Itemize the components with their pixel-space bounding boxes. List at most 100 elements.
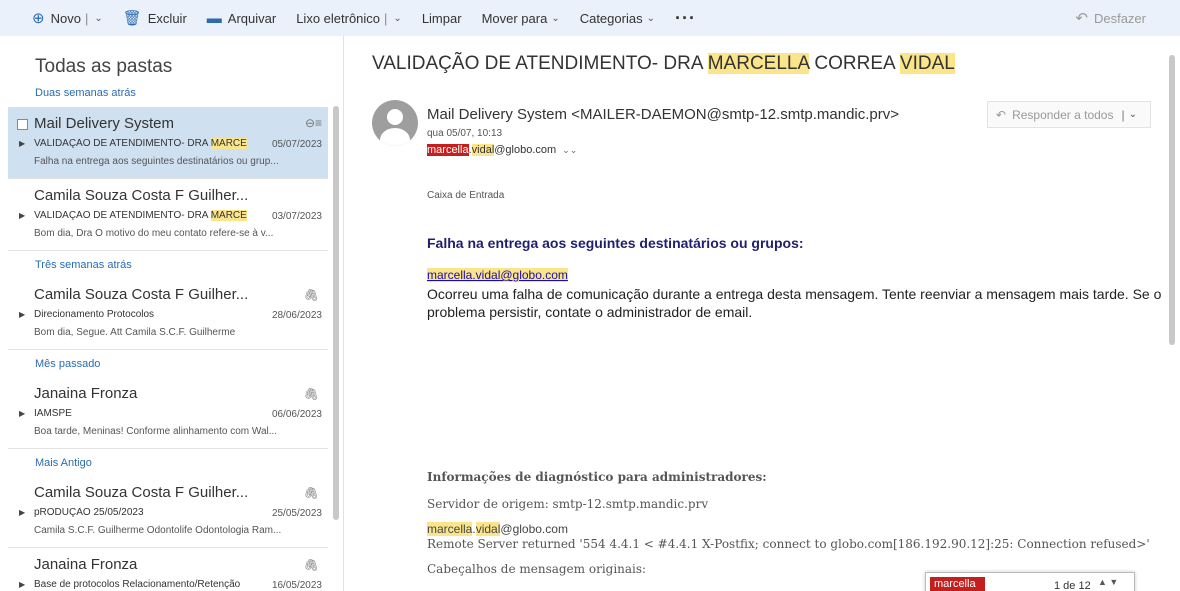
subject-text: VALIDAÇÃO DE ATENDIMENTO- DRA	[34, 138, 211, 149]
new-label: Novo	[50, 10, 81, 26]
message-date: 06/06/2023	[271, 409, 322, 420]
list-item[interactable]: Janaina Fronza 🖇 ▶ Base de protocolos Re…	[8, 548, 328, 591]
list-item[interactable]: Camila Souza Costa F Guilher... 🖇 ▶ Dire…	[8, 278, 328, 350]
message-date: 16/05/2023	[271, 580, 322, 591]
message-sender: Camila Souza Costa F Guilher...	[34, 286, 249, 303]
list-item[interactable]: Mail Delivery System ⊖≡ ▶ VALIDAÇÃO DE A…	[8, 107, 328, 179]
more-actions-button[interactable]: ···	[665, 0, 706, 36]
failed-recipient-link[interactable]: marcella.vidal@globo.com	[427, 268, 568, 282]
reading-pane: VALIDAÇÃO DE ATENDIMENTO- DRA MARCELLA C…	[345, 36, 1180, 591]
find-bar: marcella 1 de 12 ▲ ▼	[925, 572, 1135, 591]
failed-recipient-text: marcella.vidal@globo.com	[427, 268, 568, 282]
find-nav-icons[interactable]: ▲ ▼	[1098, 577, 1118, 587]
message-subject: Direcionamento Protocolos	[34, 309, 155, 320]
failure-heading: Falha na entrega aos seguintes destinatá…	[427, 235, 804, 251]
sweep-label: Limpar	[421, 10, 462, 26]
chevron-down-icon: ⌄	[551, 12, 560, 24]
categories-button[interactable]: Categorias ⌄	[570, 0, 665, 36]
expand-caret-icon[interactable]: ▶	[19, 211, 25, 220]
diagnostic-server: Servidor de origem: smtp-12.smtp.mandic.…	[427, 497, 709, 511]
reply-all-icon: ↶	[996, 107, 1007, 122]
address-text: @globo.com	[500, 522, 568, 536]
message-sender: Janaina Fronza	[34, 385, 138, 402]
new-button[interactable]: ⊕ Novo | ⌄	[0, 0, 113, 36]
avatar[interactable]	[372, 100, 418, 146]
diagnostic-remote: Remote Server returned '554 4.4.1 < #4.4…	[427, 537, 1150, 551]
delete-label: Excluir	[147, 10, 187, 26]
reply-all-button[interactable]: ↶ Responder a todos | ⌄	[987, 101, 1151, 128]
divider: |	[1121, 107, 1125, 122]
attachment-icon: 🖇	[303, 387, 319, 401]
message-sender: Camila Souza Costa F Guilher...	[34, 484, 249, 501]
quick-actions-icon[interactable]: ⊖≡	[305, 116, 322, 130]
diagnostic-address: marcella.vidal@globo.com	[427, 522, 568, 536]
list-item[interactable]: Camila Souza Costa F Guilher... ▶ VALIDA…	[8, 179, 328, 251]
undo-icon: ↶	[1075, 9, 1088, 27]
chevron-down-icon[interactable]: ⌄	[393, 13, 401, 24]
divider: |	[84, 10, 89, 26]
expand-recipients-icon[interactable]: ⌄⌄	[562, 145, 577, 155]
message-sender: Janaina Fronza	[34, 556, 138, 573]
recipient-highlight: vidal	[471, 144, 495, 156]
attachment-icon: 🖇	[303, 558, 319, 572]
expand-caret-icon[interactable]: ▶	[19, 508, 25, 517]
subject-highlight: MARCE	[210, 138, 247, 149]
recipient-line[interactable]: marcella.vidal@globo.com ⌄⌄	[427, 144, 577, 156]
more-dots-icon: ···	[674, 7, 696, 28]
recipient-highlight-active: marcella	[427, 144, 469, 156]
list-item[interactable]: Janaina Fronza 🖇 ▶ IAMSPE 06/06/2023 Boa…	[8, 377, 328, 449]
categories-label: Categorias	[579, 10, 643, 26]
attachment-icon: 🖇	[303, 486, 319, 500]
sent-date: qua 05/07, 10:13	[427, 128, 503, 139]
message-sender: Mail Delivery System	[34, 115, 175, 132]
message-subject: Base de protocolos Relacionamento/Retenç…	[34, 579, 241, 590]
find-count: 1 de 12	[1054, 580, 1091, 591]
message-list-scrollbar[interactable]	[333, 106, 339, 520]
junk-label: Lixo eletrônico	[296, 10, 381, 26]
diagnostic-heading: Informações de diagnóstico para administ…	[427, 470, 767, 484]
junk-button[interactable]: Lixo eletrônico | ⌄	[286, 0, 412, 36]
chevron-down-icon[interactable]: ⌄	[94, 13, 102, 24]
trash-icon: 🗑	[122, 9, 142, 27]
expand-caret-icon[interactable]: ▶	[19, 310, 25, 319]
move-to-button[interactable]: Mover para ⌄	[472, 0, 570, 36]
message-subject: VALIDAÇÃO DE ATENDIMENTO- DRA MARCE	[34, 210, 264, 221]
divider: |	[384, 10, 388, 26]
message-preview: Bom dia, Segue. Att Camila S.C.F. Guilhe…	[34, 327, 236, 338]
recipient-text: @globo.com	[494, 144, 557, 156]
plus-circle-icon: ⊕	[32, 9, 45, 27]
message-subject: pRODUÇÃO 25/05/2023	[34, 507, 144, 518]
subject-text: CORREA	[809, 53, 900, 74]
expand-caret-icon[interactable]: ▶	[19, 139, 25, 148]
message-date: 03/07/2023	[271, 211, 322, 222]
email-subject: VALIDAÇÃO DE ATENDIMENTO- DRA MARCELLA C…	[372, 53, 955, 75]
message-subject: VALIDAÇÃO DE ATENDIMENTO- DRA MARCE	[34, 138, 264, 149]
chevron-down-icon[interactable]: ⌄	[1129, 109, 1137, 120]
message-preview: Boa tarde, Meninas! Conforme alinhamento…	[34, 426, 278, 437]
sweep-button[interactable]: Limpar	[412, 0, 472, 36]
sender-name[interactable]: Mail Delivery System <MAILER-DAEMON@smtp…	[427, 106, 899, 123]
expand-caret-icon[interactable]: ▶	[19, 580, 25, 589]
command-bar: ⊕ Novo | ⌄ 🗑 Excluir ▬ Arquivar Lixo ele…	[0, 0, 1180, 36]
chevron-down-icon: ⌄	[646, 12, 655, 24]
folder-label: Caixa de Entrada	[427, 190, 505, 201]
group-header: Mais Antigo	[35, 457, 92, 469]
message-date: 05/07/2023	[271, 139, 322, 150]
person-icon-body	[380, 128, 410, 146]
subject-text: VALIDAÇÃO DE ATENDIMENTO- DRA	[372, 53, 708, 74]
message-subject: IAMSPE	[34, 408, 72, 419]
address-highlight: marcella	[427, 522, 473, 536]
select-checkbox[interactable]	[17, 119, 28, 130]
message-preview: Falha na entrega aos seguintes destinatá…	[34, 156, 279, 167]
undo-button[interactable]: ↶ Desfazer	[1065, 0, 1156, 36]
expand-caret-icon[interactable]: ▶	[19, 409, 25, 418]
diagnostic-headers: Cabeçalhos de mensagem originais:	[427, 562, 647, 576]
message-preview: Camila S.C.F. Guilherme Odontolife Odont…	[34, 525, 282, 536]
archive-button[interactable]: ▬ Arquivar	[197, 0, 286, 36]
reading-pane-scrollbar[interactable]	[1169, 55, 1175, 345]
subject-text: VALIDAÇÃO DE ATENDIMENTO- DRA	[34, 210, 211, 221]
list-item[interactable]: Camila Souza Costa F Guilher... 🖇 ▶ pROD…	[8, 476, 328, 548]
message-preview: Bom dia, Dra O motivo do meu contato ref…	[34, 228, 274, 239]
delete-button[interactable]: 🗑 Excluir	[113, 0, 197, 36]
find-input[interactable]: marcella	[930, 577, 985, 591]
